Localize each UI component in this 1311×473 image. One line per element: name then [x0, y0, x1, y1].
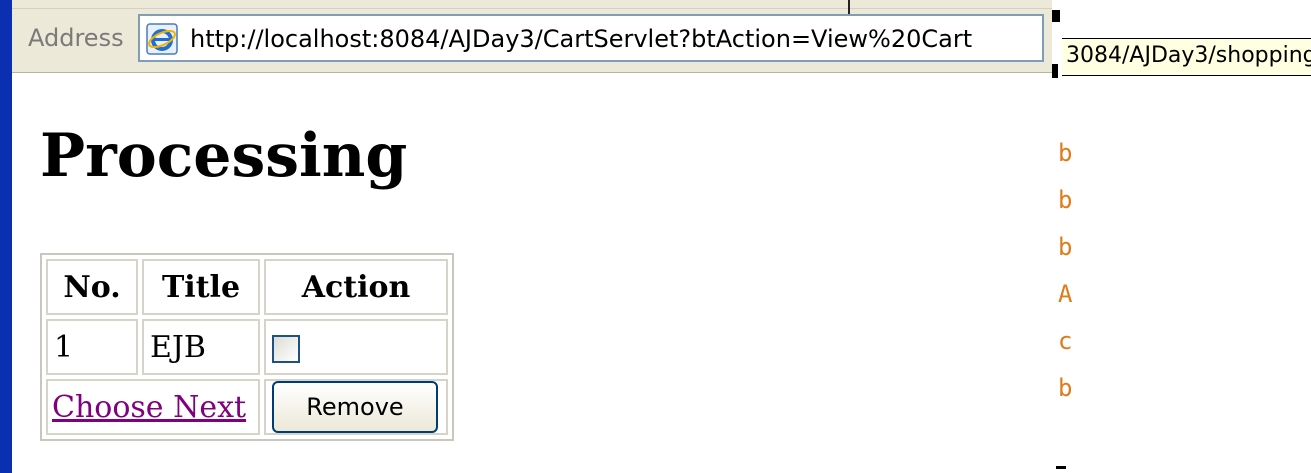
toolbar-separator	[848, 0, 850, 14]
remove-checkbox[interactable]	[272, 334, 300, 363]
status-tooltip-text: 3084/AJDay3/shopping	[1066, 43, 1311, 68]
address-url: http://localhost:8084/AJDay3/CartServlet…	[190, 25, 973, 53]
column-header-no: No.	[46, 259, 138, 315]
side-fragment: b	[1058, 233, 1073, 261]
cell-action	[264, 319, 448, 375]
address-input[interactable]: http://localhost:8084/AJDay3/CartServlet…	[138, 14, 1044, 62]
toolbar-edge	[12, 0, 1052, 9]
column-header-title: Title	[142, 259, 260, 315]
cell-button: Remove	[264, 379, 448, 435]
choose-next-link[interactable]: Choose Next	[52, 390, 246, 425]
page-title: Processing	[40, 121, 408, 191]
remove-button[interactable]: Remove	[272, 381, 438, 433]
side-fragment: b	[1058, 374, 1073, 402]
window-left-border	[0, 0, 12, 473]
address-label: Address	[28, 24, 124, 52]
cell-no: 1	[46, 319, 138, 375]
address-bar: Address http://localhost:8084/AJDay3/Car…	[12, 0, 1052, 73]
cart-table: No. Title Action 1 EJB Choose Next Remov…	[40, 253, 454, 441]
cell-link: Choose Next	[46, 379, 260, 435]
side-fragment: b	[1058, 186, 1073, 214]
internet-explorer-icon	[146, 23, 178, 55]
table-footer-row: Choose Next Remove	[46, 379, 448, 435]
table-header-row: No. Title Action	[46, 259, 448, 315]
cell-title: EJB	[142, 319, 260, 375]
side-text-column: b b b A c b	[1058, 130, 1072, 412]
table-row: 1 EJB	[46, 319, 448, 375]
side-fragment: A	[1058, 280, 1073, 308]
window-corner-mark	[1052, 64, 1058, 78]
status-tooltip: 3084/AJDay3/shopping	[1062, 38, 1311, 76]
side-fragment: c	[1058, 327, 1073, 355]
window-corner-mark	[1056, 466, 1066, 469]
side-fragment: b	[1058, 139, 1073, 167]
background-window: 3084/AJDay3/shopping b b b A c b	[1052, 0, 1311, 473]
column-header-action: Action	[264, 259, 448, 315]
window-corner-mark	[1052, 10, 1060, 22]
